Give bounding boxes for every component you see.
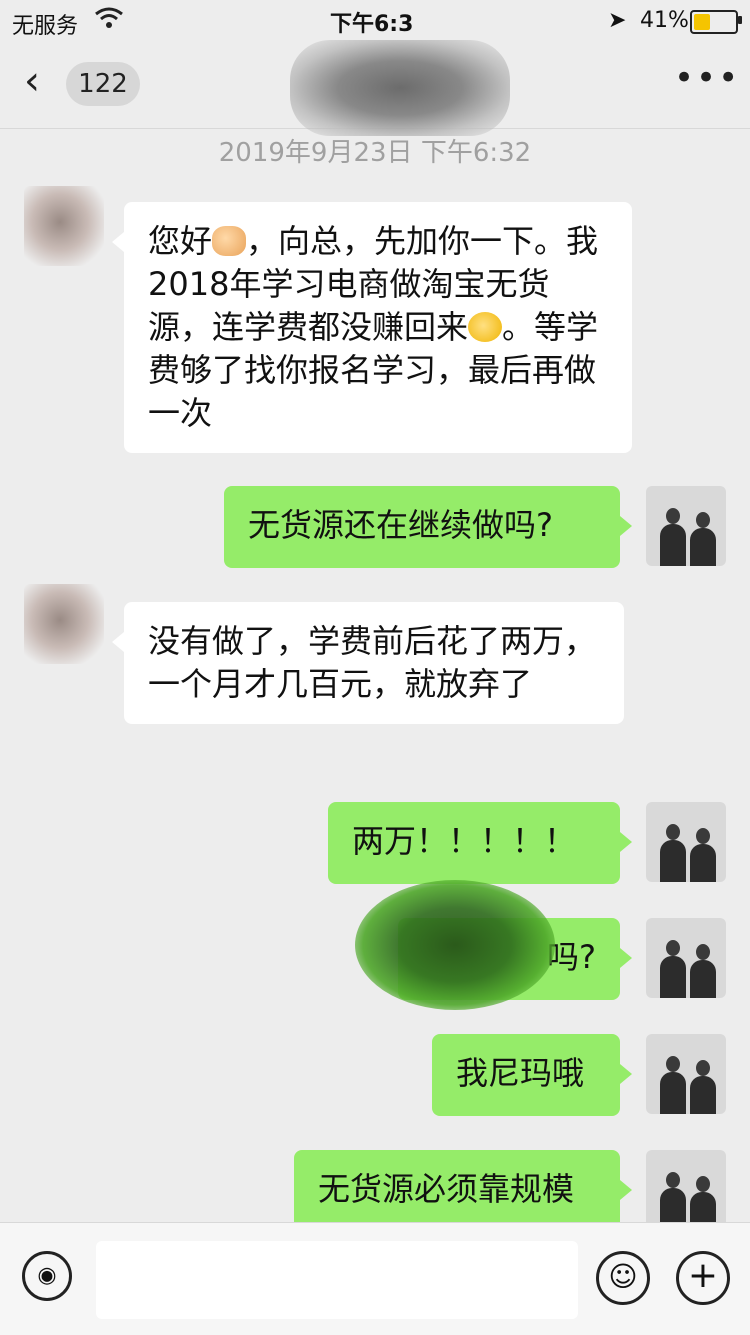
status-bar: 无服务 下午6:3 ➤ 41%: [0, 0, 750, 40]
wifi-icon: [94, 6, 124, 36]
plus-icon[interactable]: +: [676, 1251, 730, 1305]
message-bubble-outgoing[interactable]: 我尼玛哦: [432, 1034, 632, 1116]
my-avatar[interactable]: [646, 486, 726, 566]
message-text: 您好: [148, 222, 213, 260]
my-avatar[interactable]: [646, 1034, 726, 1114]
message-bubble-outgoing[interactable]: 无货源必须靠规模: [294, 1150, 632, 1232]
chat-header: ‹ 122 •••: [0, 40, 750, 136]
unread-badge[interactable]: 122: [66, 62, 140, 106]
input-bar: ◉ ☺ +: [0, 1222, 750, 1335]
message-bubble-incoming[interactable]: 没有做了，学费前后花了两万，一个月才几百元，就放弃了: [112, 602, 624, 724]
my-avatar[interactable]: [646, 802, 726, 882]
handshake-emoji-icon: [212, 226, 247, 256]
back-icon[interactable]: ‹: [24, 58, 40, 104]
message-text: 没有做了，学费前后花了两万，一个月才几百元，就放弃了: [148, 622, 597, 703]
message-text: 无货源还在继续做吗?: [248, 506, 553, 544]
message-bubble-outgoing[interactable]: 两万！！！！！: [328, 802, 632, 884]
more-dots-icon[interactable]: •••: [674, 58, 740, 98]
message-text: 无货源必须靠规模: [318, 1170, 575, 1208]
message-text: 我尼玛哦: [456, 1054, 585, 1092]
message-input[interactable]: [96, 1241, 578, 1319]
crying-emoji-icon: [468, 312, 503, 342]
message-bubble-incoming[interactable]: 您好 ，向总，先加你一下。我2018年学习电商做淘宝无货源，连学费都没赚回来 。等学…: [112, 202, 632, 453]
emoji-icon[interactable]: ☺: [596, 1251, 650, 1305]
battery-fill: [694, 14, 710, 30]
contact-avatar[interactable]: [24, 186, 104, 266]
contact-avatar[interactable]: [24, 584, 104, 664]
battery-percent: 41%: [640, 8, 689, 33]
my-avatar[interactable]: [646, 918, 726, 998]
battery-cap: [738, 16, 742, 24]
message-text: 两万！！！！！: [352, 822, 577, 860]
status-time: 下午6:3: [330, 12, 414, 37]
battery-icon: [690, 10, 738, 34]
contact-name-redacted: [290, 40, 510, 136]
location-icon: ➤: [608, 8, 627, 33]
message-bubble-outgoing[interactable]: 无货源还在继续做吗?: [224, 486, 632, 568]
carrier-label: 无服务: [12, 14, 79, 39]
redaction-scribble: [355, 880, 555, 1010]
message-timestamp: 2019年9月23日 下午6:32: [218, 138, 532, 168]
my-avatar[interactable]: [646, 1150, 726, 1230]
voice-icon[interactable]: ◉: [22, 1251, 72, 1301]
